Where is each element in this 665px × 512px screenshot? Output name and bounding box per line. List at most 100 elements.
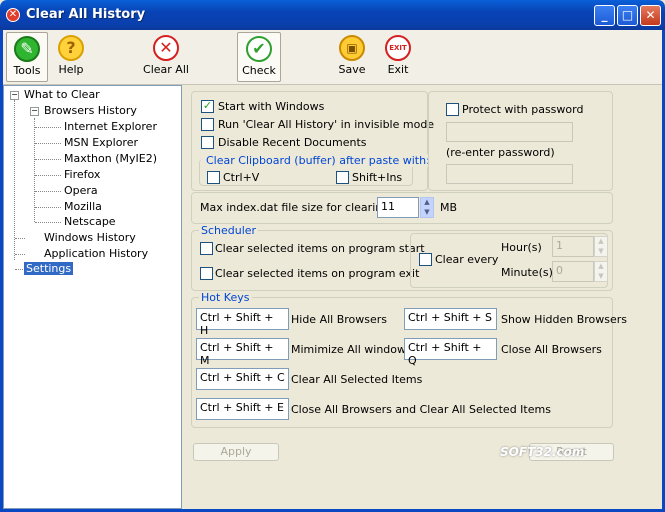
window-title: Clear All History [26, 7, 146, 22]
hours-input[interactable]: 1 [552, 236, 594, 257]
tree-connector [14, 100, 15, 260]
clear-on-exit-checkbox[interactable] [200, 267, 213, 280]
hotkey-show-browsers-input[interactable]: Ctrl + Shift + S [404, 308, 497, 330]
index-dat-label: Max index.dat file size for clearing [200, 201, 390, 214]
shift-ins-checkbox[interactable] [336, 171, 349, 184]
shift-ins-label: Shift+Ins [352, 171, 403, 184]
apply-button[interactable]: Apply [193, 443, 279, 461]
chevron-up-icon[interactable]: ▲ [595, 237, 607, 247]
help-label: Help [58, 63, 84, 76]
protect-password-checkbox[interactable] [446, 103, 459, 116]
clipboard-legend: Clear Clipboard (buffer) after paste wit… [204, 154, 432, 167]
collapse-icon[interactable]: − [10, 91, 19, 100]
chevron-down-icon[interactable]: ▼ [595, 272, 607, 282]
minutes-label: Minute(s) [501, 266, 553, 279]
tree-connector [35, 222, 61, 223]
tree-item-browser[interactable]: Netscape [64, 215, 116, 228]
clear-on-exit-label: Clear selected items on program exit [215, 267, 420, 280]
hours-spinner[interactable]: ▲ ▼ [594, 236, 608, 257]
help-icon: ? [58, 35, 84, 61]
clear-on-start-checkbox[interactable] [200, 242, 213, 255]
tree-connector [35, 127, 61, 128]
tree-item-application-history[interactable]: Application History [44, 247, 148, 260]
password-field[interactable] [446, 122, 573, 142]
tree-item-browser[interactable]: MSN Explorer [64, 136, 138, 149]
toolbar: ✎ Tools ? Help ✕ Clear All ✔ Check ▣ Sav… [3, 30, 662, 85]
reenter-password-field[interactable] [446, 164, 573, 184]
minimize-button[interactable]: _ [594, 5, 615, 26]
help-button[interactable]: ? Help [51, 32, 91, 82]
chevron-up-icon[interactable]: ▲ [595, 262, 607, 272]
hotkey-minimize-input[interactable]: Ctrl + Shift + M [196, 338, 289, 367]
save-icon: ▣ [339, 35, 365, 61]
exit-icon: EXIT [385, 35, 411, 61]
soft32-watermark: SOFT32.com [500, 445, 585, 459]
hours-label: Hour(s) [501, 241, 542, 254]
index-dat-spinner[interactable]: ▲ ▼ [420, 197, 434, 218]
invisible-mode-checkbox[interactable] [201, 118, 214, 131]
clear-all-label: Clear All [143, 63, 189, 76]
tree-item-settings[interactable]: Settings [24, 262, 74, 275]
start-with-windows-label: Start with Windows [218, 100, 325, 113]
tree-connector [15, 254, 25, 255]
clear-on-start-label: Clear selected items on program start [215, 242, 425, 255]
title-bar[interactable]: ✕ Clear All History _ □ ✕ [0, 0, 665, 30]
collapse-icon[interactable]: − [30, 107, 39, 116]
minutes-input[interactable]: 0 [552, 261, 594, 282]
hotkeys-legend: Hot Keys [199, 291, 252, 304]
settings-tree[interactable]: − What to Clear − Browsers History Inter… [3, 85, 182, 509]
tree-connector [35, 143, 61, 144]
clear-every-checkbox[interactable] [419, 253, 432, 266]
reenter-password-label: (re-enter password) [446, 146, 555, 159]
close-button[interactable]: ✕ [640, 5, 661, 26]
protect-password-label: Protect with password [462, 103, 584, 116]
tree-item-what-to-clear[interactable]: What to Clear [24, 88, 100, 101]
chevron-down-icon[interactable]: ▼ [421, 208, 433, 218]
index-dat-unit: MB [440, 201, 458, 214]
tree-item-windows-history[interactable]: Windows History [44, 231, 136, 244]
tree-item-browser[interactable]: Firefox [64, 168, 100, 181]
save-label: Save [338, 63, 366, 76]
hotkey-close-browsers-input[interactable]: Ctrl + Shift + Q [404, 338, 497, 367]
hotkey-hide-browsers-input[interactable]: Ctrl + Shift + H [196, 308, 289, 337]
tree-connector [35, 207, 61, 208]
hotkey-show-browsers-label: Show Hidden Browsers [501, 313, 628, 326]
tree-connector [15, 238, 25, 239]
exit-label: Exit [387, 63, 409, 76]
exit-button[interactable]: EXIT Exit [380, 32, 416, 82]
invisible-mode-label: Run 'Clear All History' in invisible mod… [218, 118, 435, 131]
ctrl-v-label: Ctrl+V [223, 171, 260, 184]
tools-label: Tools [13, 64, 41, 77]
disable-recent-checkbox[interactable] [201, 136, 214, 149]
save-button[interactable]: ▣ Save [333, 32, 371, 82]
index-dat-size-input[interactable]: 11 [377, 197, 419, 218]
clear-x-icon: ✕ [153, 35, 179, 61]
tree-item-browser[interactable]: Internet Explorer [64, 120, 157, 133]
tree-connector [35, 159, 61, 160]
chevron-down-icon[interactable]: ▼ [595, 247, 607, 257]
ctrl-v-checkbox[interactable] [207, 171, 220, 184]
tree-item-browsers-history[interactable]: Browsers History [44, 104, 137, 117]
settings-panel: ✓ Start with Windows Run 'Clear All Hist… [184, 85, 662, 509]
hotkey-close-and-clear-input[interactable]: Ctrl + Shift + E [196, 398, 289, 420]
start-with-windows-checkbox[interactable]: ✓ [201, 100, 214, 113]
hotkey-close-browsers-label: Close All Browsers [501, 343, 602, 356]
chevron-up-icon[interactable]: ▲ [421, 198, 433, 208]
scheduler-legend: Scheduler [199, 224, 259, 237]
clear-every-label: Clear every [435, 253, 499, 266]
hotkey-close-and-clear-label: Close All Browsers and Clear All Selecte… [291, 403, 551, 416]
tree-item-browser[interactable]: Opera [64, 184, 98, 197]
hotkey-hide-browsers-label: Hide All Browsers [291, 313, 388, 326]
check-button[interactable]: ✔ Check [237, 32, 281, 82]
maximize-button[interactable]: □ [617, 5, 638, 26]
tools-button[interactable]: ✎ Tools [6, 32, 48, 82]
tree-item-browser[interactable]: Maxthon (MyIE2) [64, 152, 157, 165]
clear-all-button[interactable]: ✕ Clear All [143, 32, 189, 82]
hotkey-clear-items-input[interactable]: Ctrl + Shift + C [196, 368, 289, 390]
check-icon: ✔ [246, 36, 272, 62]
hotkey-minimize-label: Mimimize All windows [291, 343, 412, 356]
tree-item-browser[interactable]: Mozilla [64, 200, 102, 213]
minutes-spinner[interactable]: ▲ ▼ [594, 261, 608, 282]
pencil-icon: ✎ [14, 36, 40, 62]
tree-connector [35, 175, 61, 176]
